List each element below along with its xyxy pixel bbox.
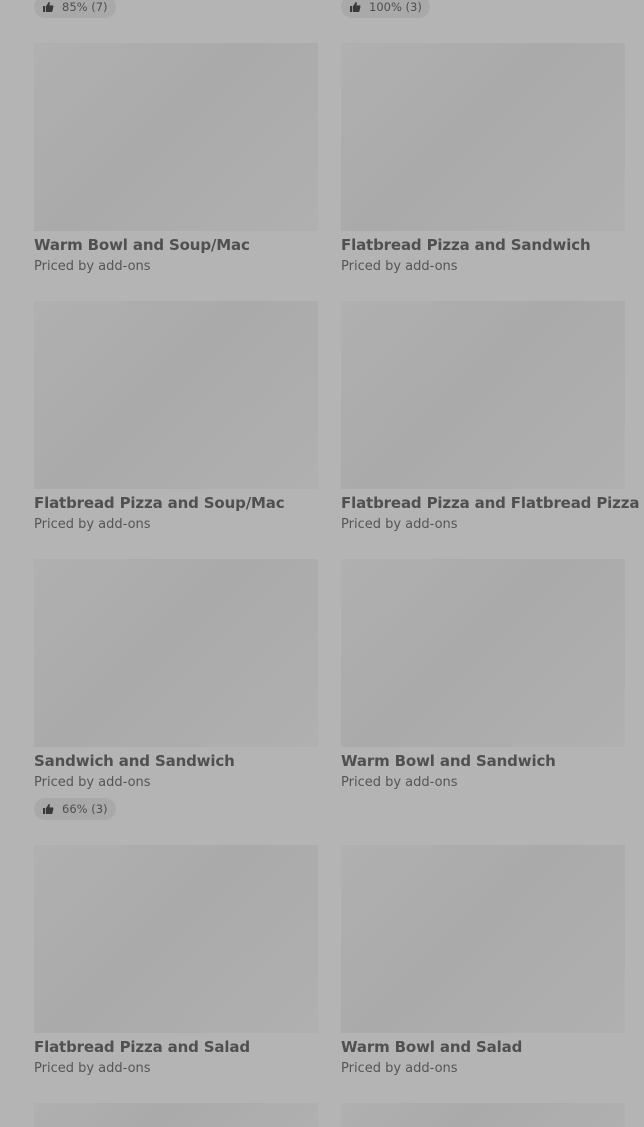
menu-item-title[interactable]: Flatbread Pizza and Sandwich [341, 236, 625, 254]
menu-item-image[interactable] [341, 845, 625, 1033]
menu-item-title[interactable]: Warm Bowl and Sandwich [341, 752, 625, 770]
menu-item-image[interactable] [341, 559, 625, 747]
rating-text: 85% (7) [62, 0, 108, 14]
menu-item-image[interactable] [34, 43, 318, 231]
menu-item-image[interactable] [341, 1103, 625, 1127]
menu-item-title[interactable]: Flatbread Pizza and Salad [34, 1038, 318, 1056]
rating-badge: 85% (7) [34, 0, 116, 18]
menu-item-title[interactable]: Flatbread Pizza and Flatbread Pizza [341, 494, 639, 512]
menu-item-price: Priced by add-ons [341, 1061, 458, 1076]
menu-item-price: Priced by add-ons [34, 1061, 151, 1076]
menu-item-price: Priced by add-ons [34, 775, 151, 790]
menu-item-title[interactable]: Sandwich and Sandwich [34, 752, 318, 770]
menu-item-card[interactable]: Flatbread Pizza and Salad Priced by add-… [34, 845, 318, 1077]
menu-item-image[interactable] [34, 559, 318, 747]
menu-item-price: Priced by add-ons [34, 259, 151, 274]
menu-item-card[interactable]: Flatbread Pizza and Flatbread Pizza Pric… [341, 301, 639, 533]
menu-item-title[interactable]: Warm Bowl and Soup/Mac [34, 236, 318, 254]
menu-item-card[interactable]: Warm Bowl and Sandwich Priced by add-ons [341, 559, 625, 791]
menu-item-price: Priced by add-ons [34, 517, 151, 532]
rating-text: 66% (3) [62, 802, 108, 816]
menu-item-card[interactable]: Warm Bowl and Salad Priced by add-ons [341, 845, 625, 1077]
menu-item-image[interactable] [34, 1103, 318, 1127]
menu-item-card[interactable] [341, 1103, 625, 1127]
menu-item-price: Priced by add-ons [341, 517, 458, 532]
rating-badge: 66% (3) [34, 798, 116, 820]
menu-item-image[interactable] [341, 43, 625, 231]
menu-item-grid: 85% (7) 100% (3) Warm Bowl and Soup/Mac … [0, 0, 644, 1127]
rating-badge: 100% (3) [341, 0, 430, 18]
menu-item-image[interactable] [34, 301, 318, 489]
menu-item-card[interactable]: Flatbread Pizza and Sandwich Priced by a… [341, 43, 625, 275]
menu-item-title[interactable]: Flatbread Pizza and Soup/Mac [34, 494, 318, 512]
menu-item-card[interactable]: Warm Bowl and Soup/Mac Priced by add-ons [34, 43, 318, 275]
menu-item-image[interactable] [341, 301, 625, 489]
menu-item-price: Priced by add-ons [341, 259, 458, 274]
menu-item-card[interactable]: Sandwich and Sandwich Priced by add-ons … [34, 559, 318, 820]
rating-text: 100% (3) [369, 0, 422, 14]
thumbs-up-icon [349, 1, 361, 13]
thumbs-up-icon [42, 1, 54, 13]
menu-item-card[interactable]: Flatbread Pizza and Soup/Mac Priced by a… [34, 301, 318, 533]
menu-item-price: Priced by add-ons [341, 775, 458, 790]
menu-item-image[interactable] [34, 845, 318, 1033]
thumbs-up-icon [42, 803, 54, 815]
menu-item-card[interactable] [34, 1103, 318, 1127]
menu-item-title[interactable]: Warm Bowl and Salad [341, 1038, 625, 1056]
